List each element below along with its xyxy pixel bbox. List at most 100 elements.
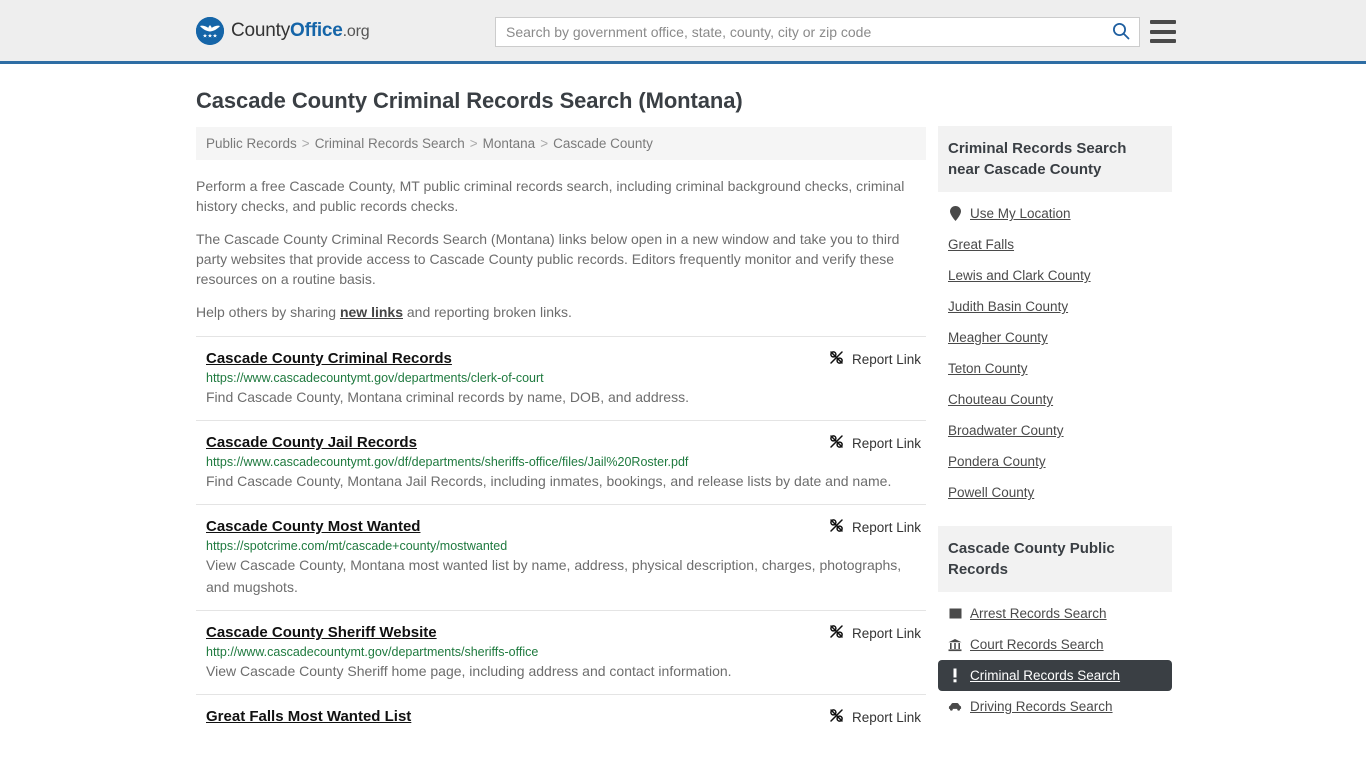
- result-url: https://www.cascadecountymt.gov/df/depar…: [206, 455, 689, 469]
- site-header: CountyOffice.org: [0, 0, 1366, 64]
- result-item: Great Falls Most Wanted List Report Link: [196, 694, 926, 741]
- intro-share-prefix: Help others by sharing: [196, 304, 340, 320]
- result-title-link[interactable]: Cascade County Criminal Records: [206, 350, 452, 367]
- report-link-button[interactable]: Report Link: [828, 707, 921, 727]
- broken-link-icon: [828, 349, 845, 369]
- sidebar-link-label[interactable]: Judith Basin County: [948, 299, 1068, 314]
- map-pin-icon: [948, 206, 962, 221]
- page-title: Cascade County Criminal Records Search (…: [196, 88, 743, 113]
- sidebar-item-teton-county[interactable]: Teton County: [938, 353, 1172, 384]
- sidebar-link-label[interactable]: Meagher County: [948, 330, 1048, 345]
- fingerprint-card-icon: [948, 606, 962, 621]
- result-description: Find Cascade County, Montana criminal re…: [206, 389, 689, 405]
- hamburger-menu-icon[interactable]: [1150, 20, 1176, 43]
- result-url: https://spotcrime.com/mt/cascade+county/…: [206, 539, 508, 553]
- sidebar-link-label[interactable]: Criminal Records Search: [970, 668, 1120, 683]
- intro-share-suffix: and reporting broken links.: [403, 304, 572, 320]
- new-links-link[interactable]: new links: [340, 304, 403, 320]
- breadcrumb-item-cascade-county[interactable]: Cascade County: [553, 136, 653, 151]
- site-logo-text: CountyOffice.org: [231, 19, 370, 42]
- sidebar-link-label[interactable]: Broadwater County: [948, 423, 1064, 438]
- sidebar-link-label[interactable]: Arrest Records Search: [970, 606, 1107, 621]
- intro-text: Perform a free Cascade County, MT public…: [196, 176, 926, 322]
- broken-link-icon: [828, 433, 845, 453]
- result-url: http://www.cascadecountymt.gov/departmen…: [206, 645, 539, 659]
- sidebar-link-label[interactable]: Chouteau County: [948, 392, 1053, 407]
- breadcrumb-item-criminal-records-search[interactable]: Criminal Records Search: [315, 136, 465, 151]
- report-link-label: Report Link: [851, 709, 921, 725]
- eagle-shield-icon: [196, 16, 224, 45]
- report-link-label: Report Link: [851, 519, 921, 535]
- public-records-panel-heading: Cascade County Public Records: [938, 526, 1172, 592]
- nearby-search-panel: Criminal Records Search near Cascade Cou…: [938, 126, 1172, 508]
- hamburger-bar: [1150, 39, 1176, 43]
- sidebar-link-label[interactable]: Driving Records Search: [970, 699, 1113, 714]
- report-link-label: Report Link: [851, 625, 921, 641]
- intro-paragraph-1: Perform a free Cascade County, MT public…: [196, 178, 905, 214]
- broken-link-icon: [828, 623, 845, 643]
- public-records-panel: Cascade County Public Records Arrest Rec…: [938, 526, 1172, 722]
- sidebar-link-label[interactable]: Use My Location: [970, 206, 1071, 221]
- result-description: View Cascade County, Montana most wanted…: [206, 557, 902, 595]
- nearby-county-list: Use My Location Great Falls Lewis and Cl…: [938, 192, 1172, 508]
- courthouse-icon: [948, 637, 962, 652]
- broken-link-icon: [828, 707, 845, 727]
- sidebar-item-powell-county[interactable]: Powell County: [938, 477, 1172, 508]
- sidebar-item-lewis-and-clark-county[interactable]: Lewis and Clark County: [938, 260, 1172, 291]
- search-button[interactable]: [1103, 18, 1139, 46]
- report-link-button[interactable]: Report Link: [828, 349, 921, 369]
- sidebar: Criminal Records Search near Cascade Cou…: [938, 126, 1172, 740]
- result-list: Cascade County Criminal Records https://…: [196, 336, 926, 741]
- intro-paragraph-2: The Cascade County Criminal Records Sear…: [196, 231, 900, 287]
- report-link-button[interactable]: Report Link: [828, 433, 921, 453]
- sidebar-item-chouteau-county[interactable]: Chouteau County: [938, 384, 1172, 415]
- nearby-panel-heading: Criminal Records Search near Cascade Cou…: [938, 126, 1172, 192]
- breadcrumb-item-montana[interactable]: Montana: [483, 136, 536, 151]
- logo-text-org: .org: [342, 22, 370, 40]
- search-bar[interactable]: [495, 17, 1140, 47]
- sidebar-item-pondera-county[interactable]: Pondera County: [938, 446, 1172, 477]
- result-url: https://www.cascadecountymt.gov/departme…: [206, 371, 544, 385]
- sidebar-item-use-my-location[interactable]: Use My Location: [938, 198, 1172, 229]
- sidebar-link-label[interactable]: Court Records Search: [970, 637, 1104, 652]
- sidebar-item-great-falls[interactable]: Great Falls: [938, 229, 1172, 260]
- intro-paragraph-3: Help others by sharing new links and rep…: [196, 302, 926, 322]
- result-description: Find Cascade County, Montana Jail Record…: [206, 473, 892, 489]
- result-title-link[interactable]: Great Falls Most Wanted List: [206, 708, 411, 725]
- car-icon: [948, 699, 962, 714]
- result-item: Cascade County Jail Records https://www.…: [196, 420, 926, 504]
- sidebar-link-label[interactable]: Powell County: [948, 485, 1034, 500]
- breadcrumb-separator: >: [469, 136, 478, 151]
- result-description: View Cascade County Sheriff home page, i…: [206, 663, 732, 679]
- sidebar-link-label[interactable]: Pondera County: [948, 454, 1046, 469]
- sidebar-item-arrest-records-search[interactable]: Arrest Records Search: [938, 598, 1172, 629]
- site-logo[interactable]: CountyOffice.org: [196, 16, 370, 45]
- report-link-label: Report Link: [851, 435, 921, 451]
- broken-link-icon: [828, 517, 845, 537]
- sidebar-item-driving-records-search[interactable]: Driving Records Search: [938, 691, 1172, 722]
- search-input[interactable]: [496, 18, 1103, 46]
- result-title-link[interactable]: Cascade County Jail Records: [206, 434, 417, 451]
- report-link-button[interactable]: Report Link: [828, 623, 921, 643]
- public-records-list: Arrest Records Search Court Records Sear…: [938, 592, 1172, 722]
- search-icon: [1112, 22, 1130, 43]
- sidebar-item-broadwater-county[interactable]: Broadwater County: [938, 415, 1172, 446]
- result-title-link[interactable]: Cascade County Sheriff Website: [206, 624, 437, 641]
- sidebar-item-criminal-records-search[interactable]: Criminal Records Search: [938, 660, 1172, 691]
- result-title-link[interactable]: Cascade County Most Wanted: [206, 518, 420, 535]
- report-link-button[interactable]: Report Link: [828, 517, 921, 537]
- sidebar-item-court-records-search[interactable]: Court Records Search: [938, 629, 1172, 660]
- sidebar-link-label[interactable]: Lewis and Clark County: [948, 268, 1091, 283]
- sidebar-link-label[interactable]: Teton County: [948, 361, 1028, 376]
- sidebar-item-judith-basin-county[interactable]: Judith Basin County: [938, 291, 1172, 322]
- result-item: Cascade County Sheriff Website http://ww…: [196, 610, 926, 694]
- breadcrumb-item-public-records[interactable]: Public Records: [206, 136, 297, 151]
- result-item: Cascade County Criminal Records https://…: [196, 336, 926, 420]
- sidebar-link-label[interactable]: Great Falls: [948, 237, 1014, 252]
- breadcrumb-separator: >: [301, 136, 310, 151]
- breadcrumb: Public Records > Criminal Records Search > M…: [196, 127, 926, 160]
- result-item: Cascade County Most Wanted https://spotc…: [196, 504, 926, 610]
- logo-text-office: Office: [290, 19, 343, 41]
- sidebar-item-meagher-county[interactable]: Meagher County: [938, 322, 1172, 353]
- logo-text-county: County: [231, 19, 291, 41]
